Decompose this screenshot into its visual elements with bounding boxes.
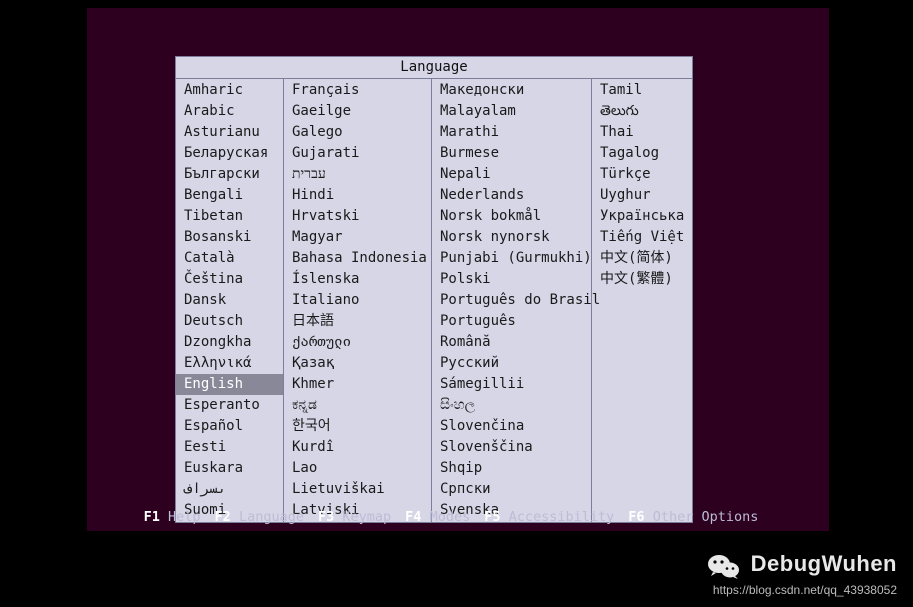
language-option[interactable]: Bosanski: [176, 227, 283, 248]
language-option[interactable]: Tamil: [592, 80, 692, 101]
language-option[interactable]: Nederlands: [432, 185, 591, 206]
language-option[interactable]: Українська: [592, 206, 692, 227]
language-option[interactable]: Shqip: [432, 458, 591, 479]
language-option[interactable]: Punjabi (Gurmukhi): [432, 248, 591, 269]
language-option[interactable]: Magyar: [284, 227, 431, 248]
language-option[interactable]: Tagalog: [592, 143, 692, 164]
fkey[interactable]: F1: [144, 509, 160, 525]
language-option[interactable]: Tibetan: [176, 206, 283, 227]
language-option[interactable]: Македонски: [432, 80, 591, 101]
language-option[interactable]: Italiano: [284, 290, 431, 311]
fkey-label: Keymap: [342, 509, 391, 525]
language-option[interactable]: Khmer: [284, 374, 431, 395]
language-option[interactable]: Română: [432, 332, 591, 353]
language-option[interactable]: Български: [176, 164, 283, 185]
fkey[interactable]: F4: [405, 509, 421, 525]
language-option[interactable]: Burmese: [432, 143, 591, 164]
language-option[interactable]: Polski: [432, 269, 591, 290]
language-option[interactable]: Slovenčina: [432, 416, 591, 437]
language-column: TamilతెలుగుThaiTagalogTürkçeUyghurУкраїн…: [592, 79, 692, 522]
language-option[interactable]: తెలుగు: [592, 101, 692, 122]
language-option[interactable]: ىسراف: [176, 479, 283, 500]
language-option[interactable]: 日本語: [284, 311, 431, 332]
language-option[interactable]: Deutsch: [176, 311, 283, 332]
language-option[interactable]: Bengali: [176, 185, 283, 206]
dialog-title: Language: [176, 57, 692, 79]
language-option[interactable]: Català: [176, 248, 283, 269]
language-option[interactable]: Hrvatski: [284, 206, 431, 227]
language-option[interactable]: Қазақ: [284, 353, 431, 374]
language-option[interactable]: Русский: [432, 353, 591, 374]
language-option[interactable]: עברית: [284, 164, 431, 185]
language-option[interactable]: Čeština: [176, 269, 283, 290]
language-option[interactable]: 中文(简体): [592, 248, 692, 269]
fkey[interactable]: F6: [628, 509, 644, 525]
language-option[interactable]: Português do Brasil: [432, 290, 591, 311]
language-option[interactable]: Nepali: [432, 164, 591, 185]
function-key-bar: F1 Help F2 Language F3 Keymap F4 Modes F5 Ac…: [87, 509, 829, 525]
language-option[interactable]: Euskara: [176, 458, 283, 479]
fkey-label: Other Options: [653, 509, 759, 525]
language-option[interactable]: Türkçe: [592, 164, 692, 185]
language-option[interactable]: Dzongkha: [176, 332, 283, 353]
fkey[interactable]: F2: [215, 509, 231, 525]
language-option[interactable]: ქართული: [284, 332, 431, 353]
language-option[interactable]: Kurdî: [284, 437, 431, 458]
fkey[interactable]: F5: [484, 509, 500, 525]
language-option[interactable]: Français: [284, 80, 431, 101]
language-column: МакедонскиMalayalamMarathiBurmeseNepaliN…: [432, 79, 592, 522]
fkey[interactable]: F3: [318, 509, 334, 525]
language-option[interactable]: Lietuviškai: [284, 479, 431, 500]
fkey-label: Accessibility: [509, 509, 615, 525]
language-option[interactable]: Sámegillii: [432, 374, 591, 395]
language-option[interactable]: Galego: [284, 122, 431, 143]
language-option[interactable]: Malayalam: [432, 101, 591, 122]
fkey-label: Language: [239, 509, 304, 525]
language-option[interactable]: Lao: [284, 458, 431, 479]
language-option[interactable]: English: [176, 374, 283, 395]
language-option[interactable]: ಕನ್ನಡ: [284, 395, 431, 416]
fkey-label: Modes: [430, 509, 471, 525]
language-option[interactable]: Slovenščina: [432, 437, 591, 458]
wechat-icon: [707, 552, 741, 583]
language-option[interactable]: Español: [176, 416, 283, 437]
language-option[interactable]: Marathi: [432, 122, 591, 143]
language-option[interactable]: Arabic: [176, 101, 283, 122]
language-option[interactable]: Esperanto: [176, 395, 283, 416]
language-option[interactable]: Uyghur: [592, 185, 692, 206]
language-column: FrançaisGaeilgeGalegoGujaratiעבריתHindiH…: [284, 79, 432, 522]
language-option[interactable]: Bahasa Indonesia: [284, 248, 431, 269]
installer-screen: Language AmharicArabicAsturianuБеларуска…: [87, 8, 829, 531]
fkey-label: Help: [168, 509, 201, 525]
language-option[interactable]: Беларуская: [176, 143, 283, 164]
language-columns: AmharicArabicAsturianuБеларускаяБългарск…: [176, 79, 692, 522]
language-option[interactable]: Thai: [592, 122, 692, 143]
language-option[interactable]: Tiếng Việt: [592, 227, 692, 248]
language-option[interactable]: Gujarati: [284, 143, 431, 164]
language-option[interactable]: Português: [432, 311, 591, 332]
language-option[interactable]: Eesti: [176, 437, 283, 458]
language-option[interactable]: Norsk nynorsk: [432, 227, 591, 248]
language-dialog: Language AmharicArabicAsturianuБеларуска…: [175, 56, 693, 523]
language-option[interactable]: Hindi: [284, 185, 431, 206]
watermark: DebugWuhen https://blog.csdn.net/qq_4393…: [707, 551, 897, 597]
language-column: AmharicArabicAsturianuБеларускаяБългарск…: [176, 79, 284, 522]
watermark-name: DebugWuhen: [751, 551, 897, 576]
language-option[interactable]: Amharic: [176, 80, 283, 101]
language-option[interactable]: Dansk: [176, 290, 283, 311]
language-option[interactable]: සිංහල: [432, 395, 591, 416]
watermark-url: https://blog.csdn.net/qq_43938052: [707, 583, 897, 597]
language-option[interactable]: 中文(繁體): [592, 269, 692, 290]
language-option[interactable]: Ελληνικά: [176, 353, 283, 374]
language-option[interactable]: Íslenska: [284, 269, 431, 290]
language-option[interactable]: Gaeilge: [284, 101, 431, 122]
language-option[interactable]: Asturianu: [176, 122, 283, 143]
language-option[interactable]: 한국어: [284, 416, 431, 437]
language-option[interactable]: Српски: [432, 479, 591, 500]
language-option[interactable]: Norsk bokmål: [432, 206, 591, 227]
